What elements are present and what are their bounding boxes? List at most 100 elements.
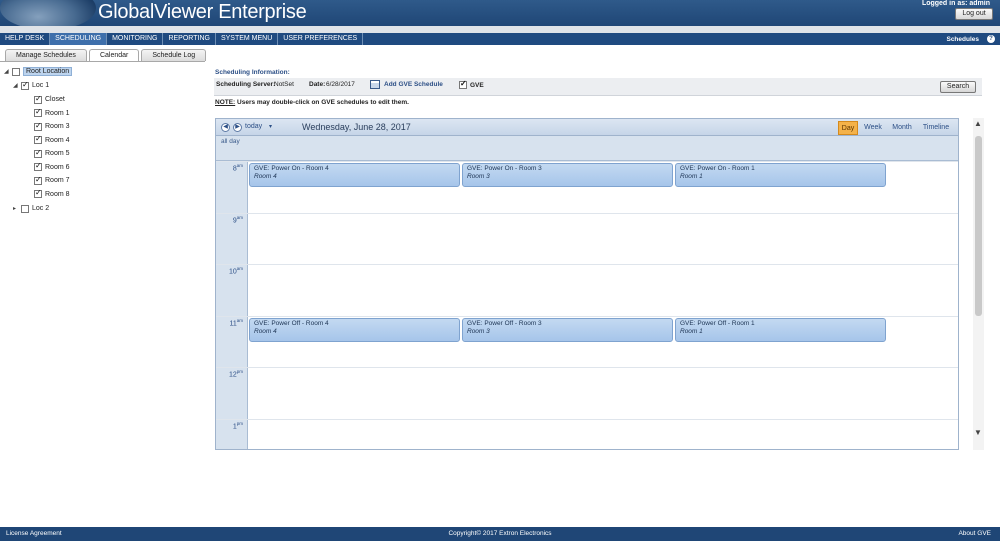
calendar-event[interactable]: GVE: Power On - Room 1 Room 1 xyxy=(675,163,886,187)
tree-row-room4[interactable]: Room 4 xyxy=(34,134,70,146)
help-icon[interactable]: ? xyxy=(987,35,995,43)
event-title: GVE: Power Off - Room 4 xyxy=(254,319,329,327)
checkbox-checked[interactable] xyxy=(34,161,42,171)
tree-label[interactable]: Room 5 xyxy=(45,150,70,157)
nav-monitoring[interactable]: MONITORING xyxy=(107,33,164,45)
collapse-icon[interactable]: ◢ xyxy=(4,68,12,76)
checkbox-checked[interactable] xyxy=(34,188,42,198)
checkbox-checked[interactable] xyxy=(459,79,467,89)
tree-row-closet[interactable]: Closet xyxy=(34,94,65,105)
tab-calendar[interactable]: Calendar xyxy=(88,49,140,61)
tree-row-room6[interactable]: Room 6 xyxy=(34,161,70,173)
tree-label-loc2[interactable]: Loc 2 xyxy=(32,205,49,212)
checkbox-checked[interactable] xyxy=(34,175,42,185)
tree-row-room8[interactable]: Room 8 xyxy=(34,188,70,200)
event-title: GVE: Power On - Room 4 xyxy=(254,165,329,172)
vertical-scrollbar[interactable]: ▲ ▼ xyxy=(973,118,984,450)
hour-ampm: am xyxy=(236,266,243,271)
tree-row-loc1[interactable]: ◢ Loc 1 xyxy=(13,80,49,91)
tree-label[interactable]: Room 1 xyxy=(45,110,70,117)
expand-icon[interactable]: ▸ xyxy=(13,205,21,213)
all-day-label: all day xyxy=(221,138,240,145)
checkbox-checked[interactable] xyxy=(34,148,42,158)
nav-user-preferences[interactable]: USER PREFERENCES xyxy=(278,33,364,45)
view-timeline-button[interactable]: Timeline xyxy=(919,121,953,135)
calendar-event[interactable]: GVE: Power Off - Room 1 Room 1 xyxy=(675,317,886,342)
tab-schedule-log[interactable]: Schedule Log xyxy=(141,49,207,61)
calendar-event[interactable]: GVE: Power On - Room 4 Room 4 xyxy=(249,163,460,187)
hour-ampm: am xyxy=(236,317,243,323)
nav-help-desk[interactable]: HELP DESK xyxy=(0,33,51,45)
hour-label: 11am xyxy=(229,318,243,327)
server-value: NotSet xyxy=(274,81,294,88)
hour-ampm: am xyxy=(236,214,243,220)
hour-line xyxy=(216,315,958,317)
tree-label-loc1[interactable]: Loc 1 xyxy=(32,82,49,89)
checkbox-checked[interactable] xyxy=(21,80,29,90)
tree-label[interactable]: Closet xyxy=(45,96,65,103)
date-value: 6/28/2017 xyxy=(326,81,355,88)
server-label: Scheduling Server: xyxy=(216,81,276,88)
checkbox[interactable] xyxy=(12,67,20,76)
tree-label[interactable]: Room 8 xyxy=(45,191,70,198)
calendar-date-title: Wednesday, June 28, 2017 xyxy=(302,122,411,132)
tree-row-loc2[interactable]: ▸ Loc 2 xyxy=(13,203,49,214)
about-link[interactable]: About GVE xyxy=(958,530,991,537)
checkbox-checked[interactable] xyxy=(34,121,42,131)
note-body: Users may double-click on GVE schedules … xyxy=(235,99,409,106)
search-button[interactable]: Search xyxy=(940,81,976,93)
calendar-event[interactable]: GVE: Power On - Room 3 Room 3 xyxy=(462,163,673,187)
tree-label[interactable]: Room 4 xyxy=(45,137,70,144)
scroll-up-icon[interactable]: ▲ xyxy=(974,119,982,128)
prev-day-icon[interactable]: ◀ xyxy=(221,123,230,132)
tree-row-root[interactable]: ◢ Root Location xyxy=(4,66,73,77)
scrollbar-thumb[interactable] xyxy=(975,136,982,316)
tree-label-root[interactable]: Root Location xyxy=(23,67,73,76)
hour-label: 12pm xyxy=(229,369,243,378)
nav-reporting[interactable]: REPORTING xyxy=(163,33,216,45)
chevron-down-icon[interactable]: ▾ xyxy=(269,123,272,130)
checkbox[interactable] xyxy=(21,204,29,213)
all-day-row: all day xyxy=(216,136,958,161)
hour-number: 12 xyxy=(228,371,237,379)
checkbox-checked[interactable] xyxy=(34,94,42,104)
view-week-button[interactable]: Week xyxy=(861,121,885,135)
checkbox-checked[interactable] xyxy=(34,134,42,144)
hour-label: 10am xyxy=(229,266,243,275)
nav-scheduling[interactable]: SCHEDULING xyxy=(50,33,108,45)
checkbox-checked[interactable] xyxy=(34,107,42,117)
event-title: GVE: Power On - Room 1 xyxy=(680,165,755,172)
logout-button[interactable]: Log out xyxy=(955,8,993,20)
tree-row-room5[interactable]: Room 5 xyxy=(34,148,70,159)
tree-row-room7[interactable]: Room 7 xyxy=(34,175,70,186)
collapse-icon[interactable]: ◢ xyxy=(13,82,21,90)
view-day-button[interactable]: Day xyxy=(838,121,858,135)
tab-manage-schedules[interactable]: Manage Schedules xyxy=(5,49,87,61)
event-room: Room 4 xyxy=(254,327,277,335)
logged-in-label: Logged in as: admin xyxy=(921,0,990,7)
nav-system-menu[interactable]: SYSTEM MENU xyxy=(216,33,279,45)
add-gve-schedule-link[interactable]: Add GVE Schedule xyxy=(384,81,443,88)
calendar-icon[interactable] xyxy=(370,80,380,89)
event-room: Room 3 xyxy=(467,327,490,335)
next-day-icon[interactable]: ▶ xyxy=(233,123,242,132)
calendar-toolbar: ◀ ▶ today ▾ Wednesday, June 28, 2017 Day… xyxy=(216,119,958,136)
calendar-event[interactable]: GVE: Power Off - Room 4 Room 4 xyxy=(249,317,460,342)
nav-schedules-label: Schedules xyxy=(946,35,979,43)
tree-label[interactable]: Room 3 xyxy=(45,123,70,130)
today-button[interactable]: today xyxy=(245,123,262,130)
nav-right: Schedules ? xyxy=(946,33,995,45)
tree-row-room3[interactable]: Room 3 xyxy=(34,121,70,132)
gve-filter[interactable]: GVE xyxy=(459,79,484,89)
note-text: NOTE: Users may double-click on GVE sche… xyxy=(215,99,409,106)
scroll-down-icon[interactable]: ▼ xyxy=(974,428,982,437)
tree-row-room1[interactable]: Room 1 xyxy=(34,107,70,119)
tab-divider xyxy=(0,61,205,62)
tree-label[interactable]: Room 7 xyxy=(45,177,70,184)
hour-number: 11 xyxy=(229,319,237,327)
hour-ampm: am xyxy=(236,163,243,168)
event-room: Room 4 xyxy=(254,173,277,180)
calendar-event[interactable]: GVE: Power Off - Room 3 Room 3 xyxy=(462,317,673,342)
view-month-button[interactable]: Month xyxy=(889,121,915,135)
tree-label[interactable]: Room 6 xyxy=(45,164,70,171)
